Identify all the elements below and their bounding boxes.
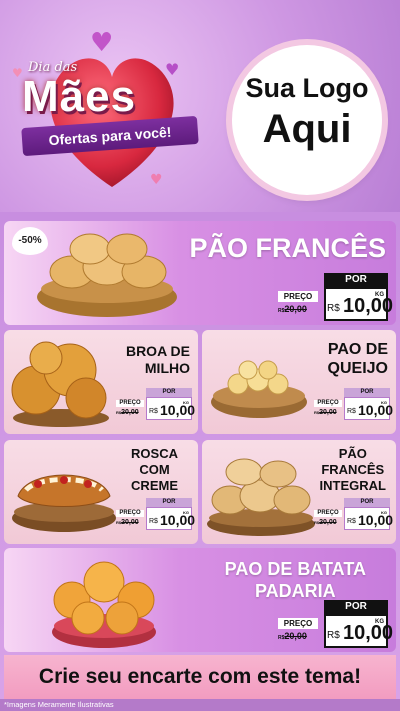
price-tag: POR PREÇO R$20,00 R$ 10,00 KG (116, 388, 196, 422)
old-value: 20,00 (284, 304, 307, 314)
old-price: R$20,00 (314, 519, 337, 526)
price-tag: POR PREÇO R$20,00 R$ 10,00 KG (278, 273, 393, 321)
product-name: PAO DE QUEIJO (328, 340, 388, 378)
name-line: ROSCA (131, 446, 178, 461)
header: ♥ ♥ ♥ ♥ ♥ ♥ Dia das Mães Ofertas para vo… (0, 0, 400, 212)
price-tag: POR PREÇO R$20,00 R$ 10,00 KG (116, 498, 196, 532)
por-label: POR (146, 498, 192, 507)
product-card: -50% PÃO FRANCÊS POR PREÇO R$20,00 R$ 10… (4, 221, 396, 325)
name-line: PADARIA (255, 581, 336, 601)
currency: R$ (347, 518, 356, 525)
old-value: 20,00 (319, 519, 337, 526)
por-label: POR (344, 498, 390, 507)
name-line: PÃO (338, 446, 367, 461)
currency: R$ (327, 303, 340, 314)
por-label: POR (146, 388, 192, 397)
price-value: 10,00 (358, 512, 394, 528)
por-label: POR (324, 600, 388, 614)
bread-basket-image (207, 458, 315, 536)
potato-bread-image (52, 561, 156, 648)
footer: *Imagens Meramente Ilustrativas (0, 699, 400, 711)
price-tag: POR PREÇO R$20,00 R$ 10,00 KG (278, 600, 393, 648)
old-price: R$20,00 (278, 631, 307, 641)
footnote: *Imagens Meramente Ilustrativas (4, 700, 114, 709)
product-card: PAO DE BATATA PADARIA POR PREÇO R$20,00 … (4, 548, 396, 652)
unit: KG (381, 510, 387, 515)
price-value: 10,00 (358, 402, 394, 418)
unit: KG (183, 510, 189, 515)
product-name: ROSCA COM CREME (131, 446, 178, 494)
flyer-page: ♥ ♥ ♥ ♥ ♥ ♥ Dia das Mães Ofertas para vo… (0, 0, 400, 711)
old-price: R$20,00 (278, 304, 307, 314)
name-line: MILHO (144, 360, 190, 376)
unit: KG (381, 400, 387, 405)
price-value: 10,00 (343, 295, 394, 317)
name-line: BROA DE (125, 343, 190, 359)
corn-bread-image (11, 341, 109, 427)
currency: R$ (347, 408, 356, 415)
old-value: 20,00 (121, 519, 139, 526)
product-card: ROSCA COM CREME POR PREÇO R$20,00 R$ 10,… (4, 440, 198, 544)
old-value: 20,00 (284, 631, 307, 641)
old-value: 20,00 (121, 409, 139, 416)
unit: KG (375, 619, 384, 625)
por-label: POR (324, 273, 388, 287)
old-price: R$20,00 (116, 519, 139, 526)
por-label: POR (344, 388, 390, 397)
unit: KG (183, 400, 189, 405)
old-price: R$20,00 (314, 409, 337, 416)
heart-icon: ♥ (165, 60, 180, 79)
logo-line1: Sua Logo (245, 73, 369, 103)
old-value: 20,00 (319, 409, 337, 416)
preco-label: PREÇO (116, 510, 144, 517)
preco-label: PREÇO (116, 400, 144, 407)
preco-label: PREÇO (314, 400, 342, 407)
product-name: PAO DE BATATA PADARIA (225, 558, 366, 602)
old-price: R$20,00 (116, 409, 139, 416)
rosca-image (12, 474, 116, 532)
name-line: PAO DE BATATA (224, 559, 366, 579)
product-card: BROA DE MILHO POR PREÇO R$20,00 R$ 10,00… (4, 330, 198, 434)
currency: R$ (149, 408, 158, 415)
bread-basket-image (37, 233, 177, 317)
price-value: 10,00 (343, 622, 394, 644)
heart-icon: ♥ (90, 28, 114, 58)
logo-line2: Aqui (262, 107, 352, 151)
price-tag: POR PREÇO R$20,00 R$ 10,00 KG (314, 498, 394, 532)
cheese-bread-image (211, 360, 307, 418)
price-tag: POR PREÇO R$20,00 R$ 10,00 KG (314, 388, 394, 422)
name-line: PAO DE (327, 341, 388, 358)
currency: R$ (327, 630, 340, 641)
title-big: Mães (22, 72, 137, 121)
price-value: 10,00 (160, 512, 196, 528)
cta-text: Crie seu encarte com este tema! (38, 665, 362, 688)
name-line: FRANCÊS (321, 462, 385, 477)
preco-label: PREÇO (278, 291, 318, 302)
name-line: QUEIJO (327, 360, 388, 377)
heart-icon: ♥ (150, 172, 163, 188)
preco-label: PREÇO (314, 510, 342, 517)
cta-banner[interactable]: Crie seu encarte com este tema! (4, 655, 396, 699)
product-name: PÃO FRANCÊS (189, 233, 386, 263)
price-value: 10,00 (160, 402, 196, 418)
product-name: BROA DE MILHO (126, 343, 190, 377)
unit: KG (375, 292, 384, 298)
preco-label: PREÇO (278, 618, 318, 629)
currency: R$ (149, 518, 158, 525)
name-line: CREME (131, 478, 178, 493)
product-card: PÃO FRANCÊS INTEGRAL POR PREÇO R$20,00 R… (202, 440, 396, 544)
name-line: INTEGRAL (319, 478, 386, 493)
product-name: PÃO FRANCÊS INTEGRAL (320, 446, 386, 494)
logo-placeholder: Sua Logo Aqui (232, 45, 382, 195)
name-line: COM (139, 462, 170, 477)
product-card: PAO DE QUEIJO POR PREÇO R$20,00 R$ 10,00… (202, 330, 396, 434)
